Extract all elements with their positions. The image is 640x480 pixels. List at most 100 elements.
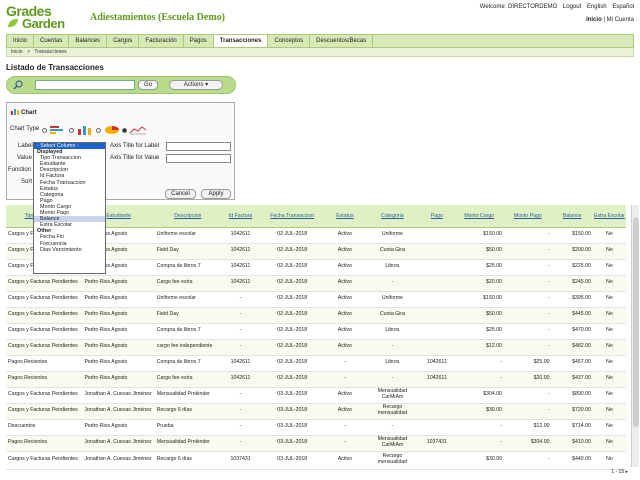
chart-type-radio-2[interactable] xyxy=(69,128,74,133)
label-label: Label xyxy=(18,143,33,149)
table-cell xyxy=(419,227,455,244)
table-row[interactable]: Cargos y Facturas Pendientes Jonathan A. … xyxy=(6,403,626,420)
dropdown-option[interactable]: Dias Vencimiento xyxy=(34,247,105,253)
table-cell: Activo xyxy=(324,451,366,470)
tab-transacciones[interactable]: Transacciones xyxy=(213,35,269,47)
table-cell: Uniforme xyxy=(365,227,420,244)
tab-cuentas[interactable]: Cuentas xyxy=(34,35,70,47)
cancel-button[interactable]: Cancel xyxy=(165,189,196,199)
table-cell: Uniforme escolar xyxy=(154,227,221,244)
table-cell: Descuentos xyxy=(6,419,83,436)
table-cell: No xyxy=(592,307,626,324)
breadcrumb-home[interactable]: Inicio xyxy=(11,49,23,55)
inicio-link[interactable]: Inicio xyxy=(586,17,602,23)
column-header[interactable]: Descripcion xyxy=(154,205,221,228)
search-input[interactable] xyxy=(35,80,135,90)
page-scrollbar[interactable] xyxy=(631,205,639,467)
table-cell: Activo xyxy=(324,403,366,420)
table-cell: $482.00 xyxy=(551,339,593,356)
table-cell: $12.00 xyxy=(504,419,552,436)
table-cell: $410.00 xyxy=(551,435,593,452)
table-cell: Prueba xyxy=(154,419,221,436)
column-header[interactable]: Fecha Transaccion xyxy=(260,205,325,228)
column-header[interactable]: Extra Escolar xyxy=(592,205,626,228)
chart-type-radio-1[interactable] xyxy=(42,128,47,133)
column-header[interactable]: Estatus xyxy=(324,205,366,228)
account-sep: | xyxy=(603,17,605,23)
tab-cargos[interactable]: Cargos xyxy=(107,35,140,47)
table-cell: No xyxy=(592,355,626,372)
table-row[interactable]: Pagos Recientes Pedro Rios Agosto Compra d… xyxy=(6,355,626,372)
apply-button[interactable]: Apply xyxy=(201,189,231,199)
table-cell: - xyxy=(504,307,552,324)
tab-conceptos[interactable]: Conceptos xyxy=(268,35,311,47)
actions-button[interactable]: Actions ▾ xyxy=(169,80,223,90)
column-header[interactable]: Id Factura xyxy=(220,205,261,228)
english-link[interactable]: English xyxy=(587,4,607,10)
table-cell: Activo xyxy=(324,323,366,340)
chart-type-radio-3[interactable] xyxy=(96,128,101,133)
table-cell: - xyxy=(454,435,504,452)
table-cell: - xyxy=(220,291,261,308)
table-cell: $714.00 xyxy=(551,419,593,436)
axis-value-label: Axis Title for Value xyxy=(110,155,160,161)
table-row[interactable]: Descuentos Pedro Rios Agosto Prueba -03-JUL… xyxy=(6,419,626,436)
logout-link[interactable]: Logout xyxy=(563,4,581,10)
table-cell: No xyxy=(592,419,626,436)
table-cell: 1042611 xyxy=(220,259,261,276)
table-cell: $20.00 xyxy=(504,371,552,388)
table-cell: Cargos y Facturas Pendientes xyxy=(6,275,83,292)
function-label: Function xyxy=(8,167,32,173)
tab-balances[interactable]: Balances xyxy=(69,35,108,47)
table-cell: $395.00 xyxy=(551,291,593,308)
table-row[interactable]: Cargos y Facturas PendientesPedro Rios A… xyxy=(6,307,626,324)
table-cell: $200.00 xyxy=(551,243,593,260)
table-row[interactable]: Cargos y Facturas PendientesPedro Rios A… xyxy=(6,291,626,308)
table-cell: No xyxy=(592,339,626,356)
table-cell: No xyxy=(592,323,626,340)
table-row[interactable]: Cargos y Facturas PendientesPedro Rios A… xyxy=(6,323,626,340)
column-header[interactable]: Monto Cargo xyxy=(454,205,504,228)
column-header[interactable]: Monto Pago xyxy=(504,205,552,228)
table-cell: Activo xyxy=(324,275,366,292)
tab-pagos[interactable]: Pagos xyxy=(184,35,214,47)
table-cell: Recargo mensualidad xyxy=(365,451,420,470)
column-header[interactable]: Categoria xyxy=(365,205,420,228)
table-cell: Cargos y Facturas Pendientes xyxy=(6,307,83,324)
table-row[interactable]: Pagos Recientes Jonathan A. Cuevas Jiméne… xyxy=(6,435,626,452)
scrollbar-thumb[interactable] xyxy=(633,217,639,427)
table-cell: 1042611 xyxy=(220,275,261,292)
go-button[interactable]: Go xyxy=(138,80,158,90)
table-cell: Activo xyxy=(324,307,366,324)
account-links: Inicio | Mi Cuenta xyxy=(586,17,634,23)
table-cell: Libros xyxy=(365,259,420,276)
table-row[interactable]: Pagos Recientes Pedro Rios Agosto Cargo fe… xyxy=(6,371,626,388)
table-cell: $25.00 xyxy=(454,259,504,276)
table-cell: Activo xyxy=(324,227,366,244)
table-cell: No xyxy=(592,259,626,276)
table-cell: - xyxy=(324,435,366,452)
mi-cuenta-link[interactable]: Mi Cuenta xyxy=(607,17,634,23)
table-row[interactable]: Cargos y Facturas Pendientes Jonathan A. … xyxy=(6,387,626,404)
table-row[interactable]: Cargos y Facturas PendientesPedro Rios A… xyxy=(6,275,626,292)
chart-type-radio-4[interactable] xyxy=(122,128,127,133)
tab-inicio[interactable]: Inicio xyxy=(7,35,35,47)
column-header[interactable]: Pago xyxy=(419,205,455,228)
table-row[interactable]: Cargos y Facturas PendientesPedro Rios A… xyxy=(6,339,626,356)
search-icon[interactable] xyxy=(13,80,23,90)
axis-title-label-input[interactable] xyxy=(166,142,231,151)
tab-facturacion[interactable]: Facturación xyxy=(139,35,184,47)
axis-title-value-input[interactable] xyxy=(166,154,231,163)
label-column-dropdown[interactable]: - Select Column - Displayed Tipo Transac… xyxy=(33,142,106,274)
espanol-link[interactable]: Español xyxy=(612,4,634,10)
table-row[interactable]: Cargos y Facturas Pendientes Jonathan A. … xyxy=(6,451,626,470)
table-cell: - xyxy=(504,291,552,308)
column-header[interactable]: Balance xyxy=(551,205,593,228)
tab-descuentos-becas[interactable]: Descuentos/Becas xyxy=(310,35,374,47)
table-cell: Activo xyxy=(324,243,366,260)
pagination[interactable]: 1 - 15 ▸ xyxy=(611,469,628,475)
table-cell: Cargos y Facturas Pendientes xyxy=(6,323,83,340)
table-cell: No xyxy=(592,275,626,292)
grades-garden-logo[interactable]: Grades Garden xyxy=(6,3,84,31)
table-cell: Pagos Recientes xyxy=(6,371,83,388)
